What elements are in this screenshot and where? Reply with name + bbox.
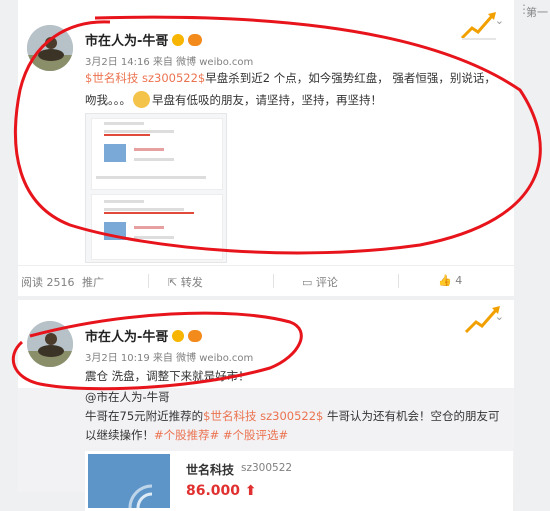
verified-badge-icon xyxy=(172,330,185,342)
like-button[interactable]: 👍 4 xyxy=(438,274,462,287)
author-name[interactable]: 市在人为-牛哥 xyxy=(85,326,203,345)
stock-price: 86.000 ⬆ xyxy=(186,483,257,499)
level-badge-icon xyxy=(188,34,203,46)
avatar[interactable] xyxy=(27,25,73,71)
hot-flag-icon xyxy=(464,306,500,334)
kiss-emoji-icon xyxy=(133,91,150,108)
post-meta: 3月2日 14:16 来自 微博 weibo.com xyxy=(85,57,254,68)
hot-flag-icon xyxy=(460,12,496,40)
post-text: $世名科技 sz300522$早盘杀到近2 个点，如今强势红盘， 强者恒强，别说… xyxy=(85,71,496,108)
stock-code: sz300522 xyxy=(241,462,293,474)
stock-card-image xyxy=(88,454,170,508)
stock-name: 世名科技 xyxy=(186,463,235,477)
comment-button[interactable]: ▭ 评论 xyxy=(302,274,338,290)
page-edge-label: ⋮ 第一 xyxy=(518,2,548,19)
ellipsis-icon: ⋮ xyxy=(518,2,530,16)
comment-icon: ▭ xyxy=(302,276,313,289)
post-text: 震仓 洗盘，调整下来就是好市！ xyxy=(85,369,250,383)
up-arrow-icon: ⬆ xyxy=(244,483,257,499)
read-count: 阅读 2516 xyxy=(21,276,75,289)
stock-link[interactable]: $世名科技 sz300522$ xyxy=(85,71,205,85)
forward-button[interactable]: ⇱ 转发 xyxy=(168,274,203,290)
post-image-thumbnail[interactable] xyxy=(85,113,227,263)
weibo-post-2: ⌄ 市在人为-牛哥 3月2日 10:19 来自 微博 weibo.com 震仓 … xyxy=(18,300,514,511)
forward-icon: ⇱ xyxy=(168,276,178,289)
stock-card[interactable]: 世名科技 sz300522 86.000 ⬆ xyxy=(85,451,513,511)
topic-tags[interactable]: #个股推荐# #个股评选# xyxy=(154,428,288,442)
repost-text: @市在人为-牛哥 牛哥在75元附近推荐的$世名科技 sz300522$ 牛哥认为… xyxy=(85,390,500,442)
repost-user[interactable]: @市在人为-牛哥 xyxy=(85,390,170,404)
post-meta: 3月2日 10:19 来自 微博 weibo.com xyxy=(85,353,254,364)
promote-button[interactable]: 推广 xyxy=(82,274,104,290)
action-bar: 阅读 2516 推广 ⇱ 转发 ▭ 评论 👍 4 xyxy=(18,265,514,297)
stock-link[interactable]: $世名科技 sz300522$ xyxy=(203,409,323,423)
avatar[interactable] xyxy=(27,321,73,367)
level-badge-icon xyxy=(188,330,203,342)
repost-block: @市在人为-牛哥 牛哥在75元附近推荐的$世名科技 sz300522$ 牛哥认为… xyxy=(18,388,514,511)
author-name[interactable]: 市在人为-牛哥 xyxy=(85,30,203,49)
thumbs-up-icon: 👍 xyxy=(438,274,452,287)
verified-badge-icon xyxy=(172,34,185,46)
weibo-post-1: ⌄ 市在人为-牛哥 3月2日 14:16 来自 微博 weibo.com $世名… xyxy=(18,0,514,296)
